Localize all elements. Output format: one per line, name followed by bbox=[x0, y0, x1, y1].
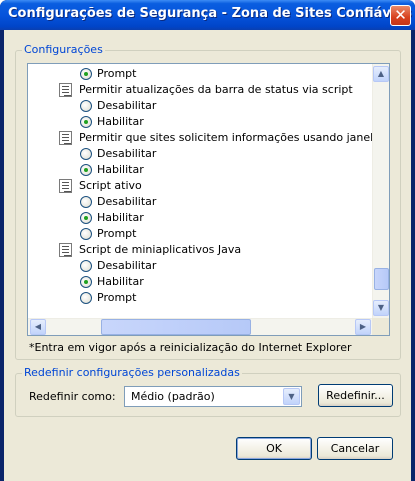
reset-group-legend: Redefinir configurações personalizadas bbox=[22, 366, 242, 379]
setting-option[interactable]: Prompt bbox=[28, 290, 136, 306]
setting-heading-label: Permitir que sites solicitem informações… bbox=[79, 131, 390, 144]
setting-option-label: Desabilitar bbox=[97, 147, 157, 160]
horizontal-scroll-thumb[interactable] bbox=[101, 319, 252, 335]
radio-button-icon[interactable] bbox=[80, 164, 92, 176]
vertical-scrollbar[interactable]: ▲ ▼ bbox=[372, 64, 389, 318]
setting-option[interactable]: Habilitar bbox=[28, 210, 144, 226]
setting-heading-label: Permitir atualizações da barra de status… bbox=[79, 83, 353, 96]
setting-heading-label: Script de miniaplicativos Java bbox=[79, 243, 242, 256]
radio-button-icon[interactable] bbox=[80, 100, 92, 112]
setting-option[interactable]: Desabilitar bbox=[28, 258, 156, 274]
settings-group-legend: Configurações bbox=[22, 43, 105, 56]
horizontal-scrollbar[interactable]: ◀ ▶ bbox=[28, 318, 372, 335]
setting-option-label: Prompt bbox=[97, 67, 137, 80]
radio-button-icon[interactable] bbox=[80, 228, 92, 240]
setting-heading-label: Script ativo bbox=[79, 179, 142, 192]
setting-option[interactable]: Desabilitar bbox=[28, 194, 156, 210]
scroll-up-icon[interactable]: ▲ bbox=[373, 66, 389, 82]
setting-heading[interactable]: Script de miniaplicativos Java bbox=[28, 242, 241, 258]
setting-option-label: Desabilitar bbox=[97, 259, 157, 272]
reset-label: Redefinir como: bbox=[29, 390, 116, 403]
radio-button-icon[interactable] bbox=[80, 212, 92, 224]
radio-button-icon[interactable] bbox=[80, 276, 92, 288]
radio-button-icon[interactable] bbox=[80, 196, 92, 208]
scroll-right-icon[interactable]: ▶ bbox=[355, 319, 371, 335]
scroll-down-icon[interactable]: ▼ bbox=[373, 300, 389, 316]
window-title: Configurações de Segurança - Zona de Sit… bbox=[8, 6, 412, 21]
setting-option[interactable]: Desabilitar bbox=[28, 146, 156, 162]
setting-option[interactable]: Habilitar bbox=[28, 114, 144, 130]
setting-option-label: Habilitar bbox=[97, 211, 144, 224]
setting-heading[interactable]: Permitir atualizações da barra de status… bbox=[28, 82, 353, 98]
setting-option[interactable]: Prompt bbox=[28, 66, 136, 82]
radio-button-icon[interactable] bbox=[80, 148, 92, 160]
setting-option-label: Prompt bbox=[97, 227, 137, 240]
scroll-left-icon[interactable]: ◀ bbox=[30, 319, 46, 335]
title-bar[interactable]: Configurações de Segurança - Zona de Sit… bbox=[0, 0, 415, 30]
setting-option-label: Desabilitar bbox=[97, 99, 157, 112]
script-setting-icon bbox=[59, 131, 72, 145]
vertical-scroll-thumb[interactable] bbox=[374, 268, 389, 291]
setting-option-label: Habilitar bbox=[97, 115, 144, 128]
radio-button-icon[interactable] bbox=[80, 260, 92, 272]
radio-button-icon[interactable] bbox=[80, 116, 92, 128]
radio-button-icon[interactable] bbox=[80, 292, 92, 304]
setting-option-label: Prompt bbox=[97, 291, 137, 304]
setting-heading[interactable]: Permitir que sites solicitem informações… bbox=[28, 130, 390, 146]
setting-option-label: Habilitar bbox=[97, 275, 144, 288]
script-setting-icon bbox=[59, 179, 72, 193]
setting-heading[interactable]: Script ativo bbox=[28, 178, 142, 194]
radio-button-icon[interactable] bbox=[80, 68, 92, 80]
script-setting-icon bbox=[59, 83, 72, 97]
restart-note: *Entra em vigor após a reinicialização d… bbox=[29, 341, 352, 354]
scrollbar-corner bbox=[372, 318, 389, 335]
cancel-button[interactable]: Cancelar bbox=[317, 437, 393, 460]
setting-option-label: Habilitar bbox=[97, 163, 144, 176]
settings-list[interactable]: Prompt Permitir atualizações da barra de … bbox=[27, 63, 390, 336]
chevron-down-icon[interactable]: ▼ bbox=[283, 388, 300, 405]
setting-option[interactable]: Habilitar bbox=[28, 162, 144, 178]
setting-option[interactable]: Desabilitar bbox=[28, 98, 156, 114]
script-setting-icon bbox=[59, 243, 72, 257]
setting-option[interactable]: Prompt bbox=[28, 226, 136, 242]
close-button[interactable]: ✕ bbox=[390, 5, 411, 26]
setting-option-label: Desabilitar bbox=[97, 195, 157, 208]
ok-button[interactable]: OK bbox=[236, 437, 312, 460]
setting-option[interactable]: Habilitar bbox=[28, 274, 144, 290]
reset-button[interactable]: Redefinir... bbox=[318, 384, 393, 407]
reset-level-select[interactable]: Médio (padrão) ▼ bbox=[124, 386, 302, 407]
reset-level-value: Médio (padrão) bbox=[131, 390, 215, 403]
